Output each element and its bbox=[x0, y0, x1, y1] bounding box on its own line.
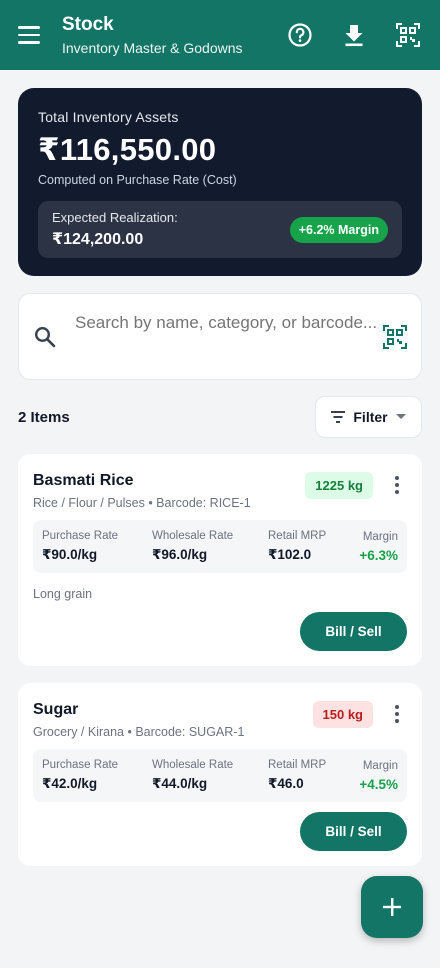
more-options-icon[interactable] bbox=[387, 470, 407, 500]
stock-badge: 1225 kg bbox=[305, 471, 373, 499]
wholesale-rate: Wholesale Rate ₹96.0/kg bbox=[152, 530, 268, 563]
app-titles: Stock Inventory Master & Godowns bbox=[62, 14, 282, 56]
retail-mrp: Retail MRP ₹46.0 bbox=[268, 759, 348, 792]
summary-amount: ₹116,550.00 bbox=[38, 132, 217, 167]
stock-badge: 150 kg bbox=[312, 700, 373, 728]
product-name: Basmati Rice bbox=[33, 472, 134, 489]
product-meta: Rice / Flour / Pulses • Barcode: RICE-1 bbox=[33, 496, 251, 510]
purchase-rate: Purchase Rate ₹42.0/kg bbox=[42, 759, 152, 792]
wholesale-rate-value: ₹44.0/kg bbox=[152, 776, 208, 791]
list-item: Basmati Rice Rice / Flour / Pulses • Bar… bbox=[18, 454, 422, 666]
wholesale-rate-value: ₹96.0/kg bbox=[152, 547, 208, 562]
barcode-scan-icon[interactable] bbox=[383, 324, 407, 349]
search-input[interactable] bbox=[75, 308, 383, 365]
wholesale-rate: Wholesale Rate ₹44.0/kg bbox=[152, 759, 268, 792]
retail-mrp-label: Retail MRP bbox=[268, 759, 327, 771]
margin-badge: +6.2% Margin bbox=[289, 216, 388, 243]
filter-icon bbox=[331, 411, 346, 423]
download-icon[interactable] bbox=[336, 17, 372, 53]
purchase-rate-value: ₹42.0/kg bbox=[42, 776, 98, 791]
retail-mrp-value: ₹102.0 bbox=[268, 547, 312, 562]
retail-mrp-value: ₹46.0 bbox=[268, 776, 304, 791]
margin-label: Margin bbox=[362, 530, 398, 543]
rate-panel: Purchase Rate ₹90.0/kg Wholesale Rate ₹9… bbox=[33, 520, 407, 573]
purchase-rate: Purchase Rate ₹90.0/kg bbox=[42, 530, 152, 563]
realization-label: Expected Realization: bbox=[52, 210, 178, 225]
search-bar bbox=[18, 293, 422, 380]
margin-value: +6.3% bbox=[359, 547, 398, 563]
purchase-rate-label: Purchase Rate bbox=[42, 759, 119, 771]
summary-label: Total Inventory Assets bbox=[38, 109, 179, 125]
wholesale-rate-label: Wholesale Rate bbox=[152, 759, 234, 771]
list-item: Sugar Grocery / Kirana • Barcode: SUGAR-… bbox=[18, 683, 422, 866]
retail-mrp: Retail MRP ₹102.0 bbox=[268, 530, 348, 563]
app-bar: Stock Inventory Master & Godowns bbox=[0, 0, 440, 70]
summary-note: Computed on Purchase Rate (Cost) bbox=[38, 173, 237, 187]
wholesale-rate-label: Wholesale Rate bbox=[152, 530, 234, 542]
bill-sell-button[interactable]: Bill / Sell bbox=[300, 612, 407, 651]
plus-icon bbox=[383, 898, 401, 916]
margin: Margin +4.5% bbox=[348, 760, 398, 792]
margin: Margin +6.3% bbox=[348, 531, 398, 563]
bill-sell-button[interactable]: Bill / Sell bbox=[300, 812, 407, 851]
realization-amount: ₹124,200.00 bbox=[52, 231, 144, 248]
appbar-actions bbox=[282, 17, 426, 53]
more-options-icon[interactable] bbox=[387, 699, 407, 729]
rate-panel: Purchase Rate ₹42.0/kg Wholesale Rate ₹4… bbox=[33, 749, 407, 802]
filter-label: Filter bbox=[353, 409, 388, 425]
menu-icon[interactable] bbox=[18, 22, 44, 48]
filter-button[interactable]: Filter bbox=[315, 396, 422, 438]
search-icon bbox=[34, 326, 56, 347]
product-meta: Grocery / Kirana • Barcode: SUGAR-1 bbox=[33, 725, 245, 739]
margin-value: +4.5% bbox=[359, 776, 398, 792]
margin-label: Margin bbox=[362, 759, 398, 772]
chevron-down-icon bbox=[395, 414, 406, 419]
realization-panel: Expected Realization: ₹124,200.00 +6.2% … bbox=[38, 201, 402, 258]
product-name: Sugar bbox=[33, 701, 79, 718]
help-icon[interactable] bbox=[282, 17, 318, 53]
qr-scan-icon[interactable] bbox=[390, 17, 426, 53]
inventory-summary-card: Total Inventory Assets ₹116,550.00 Compu… bbox=[18, 88, 422, 276]
purchase-rate-label: Purchase Rate bbox=[42, 530, 119, 542]
add-item-button[interactable] bbox=[361, 876, 423, 938]
item-count: 2 Items bbox=[18, 408, 70, 426]
list-header: 2 Items Filter bbox=[18, 396, 422, 438]
product-note: Long grain bbox=[33, 587, 93, 601]
page-subtitle: Inventory Master & Godowns bbox=[62, 40, 243, 56]
purchase-rate-value: ₹90.0/kg bbox=[42, 547, 98, 562]
retail-mrp-label: Retail MRP bbox=[268, 530, 327, 542]
page-title: Stock bbox=[62, 14, 114, 35]
